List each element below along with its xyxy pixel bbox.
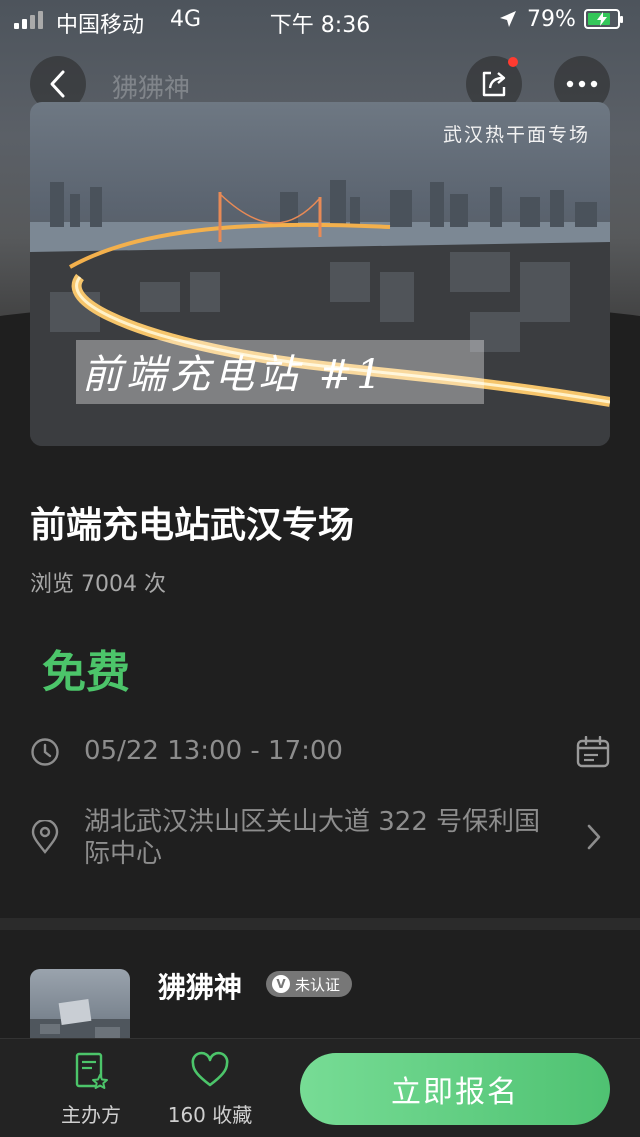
cover-subtitle: 武汉热干面专场 <box>442 124 590 146</box>
signup-button[interactable]: 立即报名 <box>300 1053 610 1125</box>
chevron-right-icon <box>587 824 601 850</box>
organizer-name[interactable]: 狒狒神 <box>158 966 242 1006</box>
location-arrow-icon <box>500 11 516 27</box>
section-divider <box>0 918 640 930</box>
battery-percent: 79% <box>527 7 576 32</box>
document-star-icon <box>75 1052 108 1089</box>
organizer-avatar[interactable] <box>30 969 130 1049</box>
organizer-tab-button[interactable]: 主办方 <box>46 1051 136 1128</box>
bottom-action-bar: 主办方 160 收藏 立即报名 <box>0 1038 640 1137</box>
chevron-left-icon <box>50 70 65 98</box>
add-to-calendar-icon[interactable] <box>576 736 610 768</box>
more-dots-icon <box>566 80 598 88</box>
favorite-button[interactable]: 160 收藏 <box>160 1051 260 1128</box>
event-location-row[interactable]: 湖北武汉洪山区关山大道 322 号保利国际中心 <box>30 806 610 872</box>
avatar-image <box>30 999 130 1049</box>
notification-dot <box>508 57 518 67</box>
header-title: 狒狒神 <box>112 74 191 104</box>
cover-image: 武汉热干面专场 前端充电站 #1 <box>30 102 610 446</box>
event-time: 05/22 13:00 - 17:00 <box>84 736 343 766</box>
event-title: 前端充电站武汉专场 <box>30 505 355 546</box>
event-location: 湖北武汉洪山区关山大道 322 号保利国际中心 <box>84 807 541 869</box>
battery-icon <box>584 9 623 29</box>
status-bar: 中国移动 4G 下午 8:36 79% <box>0 0 640 40</box>
favorite-label: 160 收藏 <box>167 1103 253 1127</box>
verified-v-icon: V <box>272 975 290 993</box>
organizer-tab-label: 主办方 <box>61 1103 121 1127</box>
clock-icon <box>31 738 59 766</box>
cover-title: 前端充电站 #1 <box>82 352 386 398</box>
price-label: 免费 <box>42 647 130 698</box>
verification-badge: V 未认证 <box>266 971 353 997</box>
view-count: 浏览 7004 次 <box>30 572 166 597</box>
verification-badge-label: 未认证 <box>295 975 341 994</box>
event-time-row: 05/22 13:00 - 17:00 <box>30 732 610 772</box>
share-icon <box>482 71 506 97</box>
heart-icon <box>191 1051 229 1087</box>
location-pin-icon <box>31 820 59 854</box>
